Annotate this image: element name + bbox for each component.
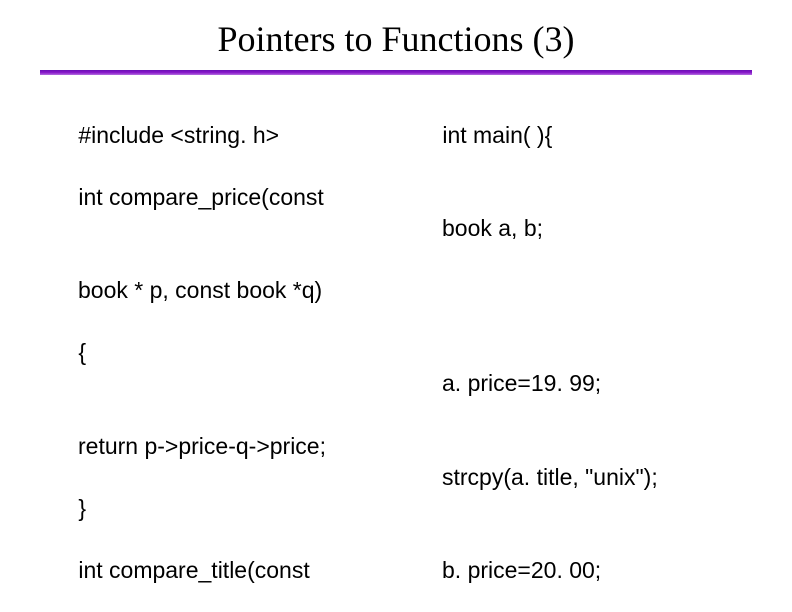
code-line: strcpy(a. title, "unix");: [404, 462, 752, 493]
content-area: #include <string. h> int compare_price(c…: [40, 89, 752, 612]
code-line: {: [78, 339, 86, 365]
code-line: return p->price-q->price;: [40, 431, 388, 462]
code-line: b. price=20. 00;: [404, 555, 752, 586]
code-column-right: int main( ){ book a, b; a. price=19. 99;…: [398, 89, 752, 612]
code-line: a. price=19. 99;: [404, 368, 752, 399]
slide-title: Pointers to Functions (3): [40, 18, 752, 60]
code-line: #include <string. h>: [78, 122, 279, 148]
slide: Pointers to Functions (3) #include <stri…: [0, 0, 792, 612]
title-underline: [40, 70, 752, 75]
code-line: }: [78, 495, 86, 521]
code-line: book a, b;: [404, 213, 752, 244]
code-line: int compare_title(const: [78, 557, 309, 583]
code-line: int main( ){: [442, 122, 552, 148]
code-column-left: #include <string. h> int compare_price(c…: [40, 89, 398, 612]
code-line: book * p, const book *q): [40, 275, 388, 306]
code-line: int compare_price(const: [78, 184, 323, 210]
